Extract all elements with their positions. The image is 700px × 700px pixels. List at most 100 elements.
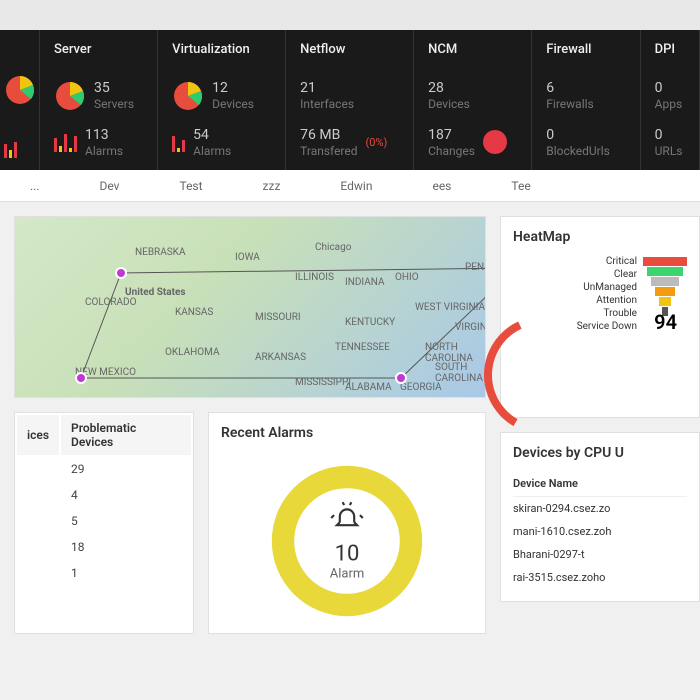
tab-dev[interactable]: Dev [70, 179, 150, 193]
map-label: IOWA [235, 252, 260, 263]
table-row[interactable]: 18 [17, 535, 191, 559]
cell: 4 [61, 483, 191, 507]
map-label: KANSAS [175, 307, 213, 318]
stat-number: 76 MB [300, 127, 357, 144]
map-label: PENN [465, 262, 485, 273]
map-label: INDIANA [345, 277, 385, 288]
map-card: NEBRASKA IOWA Chicago ILLINOIS INDIANA OHIO PE… [14, 216, 486, 398]
map-point[interactable] [115, 267, 127, 279]
recent-alarms-card: Recent Alarms 10 Alarm [208, 412, 486, 634]
stat-label: URLs [655, 144, 683, 158]
module-virtualization[interactable]: Virtualization12Devices54Alarms [158, 30, 286, 170]
table-row[interactable]: 5 [17, 509, 191, 533]
col-header: ices [17, 415, 59, 455]
stat-label: Servers [94, 97, 134, 111]
stat-label: Firewalls [546, 97, 593, 111]
module-title: Server [54, 42, 143, 57]
device-row[interactable]: rai-3515.csez.zoho [513, 566, 687, 589]
sparkline-icon [54, 132, 77, 152]
col-header: Device Name [513, 471, 687, 497]
stat-label: Apps [655, 97, 683, 111]
stat-number: 0 [546, 127, 610, 144]
map-label: KENTUCKY [345, 317, 395, 328]
sparkline-icon [4, 138, 35, 158]
stat-label: Interfaces [300, 97, 354, 111]
module-title: Firewall [546, 42, 625, 57]
tab-bar: ...DevTestzzzEdwineesTee [0, 170, 700, 202]
module-title: DPI [655, 42, 685, 57]
tab-zzz[interactable]: zzz [233, 179, 311, 193]
legend-item: Critical [577, 255, 637, 268]
stat-number: 0 [655, 80, 683, 97]
stat-number: 12 [212, 80, 254, 97]
module-title: Virtualization [172, 42, 271, 57]
stat-number: 54 [193, 127, 231, 144]
table-row[interactable]: 4 [17, 483, 191, 507]
stat-number: 21 [300, 80, 354, 97]
tab-tee[interactable]: Tee [481, 179, 560, 193]
map-label: TENNESSEE [335, 342, 390, 353]
stat-number: 0 [655, 127, 683, 144]
legend-item: Clear [577, 268, 637, 281]
map-label: ALABAMA [345, 382, 392, 393]
problematic-devices-card: icesProblematic Devices 2945181 [14, 412, 194, 634]
card-title: Recent Alarms [221, 425, 473, 441]
pie-icon [4, 74, 36, 106]
stat-label: Alarms [193, 144, 231, 158]
cell: 18 [61, 535, 191, 559]
alarm-label: Alarm [330, 566, 365, 581]
cell: 5 [61, 509, 191, 533]
percent: (0%) [366, 136, 388, 149]
module-partial [0, 30, 40, 170]
module-title: NCM [428, 42, 517, 57]
map-label: Chicago [315, 242, 351, 253]
map-label: MISSISSIPPI [295, 377, 351, 388]
map-label: GEORGIA [400, 382, 442, 393]
stat-number: 187 [428, 127, 475, 144]
map-label: COLORADO [85, 297, 136, 308]
map-label: NEBRASKA [135, 247, 185, 258]
stat-number: 35 [94, 80, 134, 97]
stat-label: Changes [428, 144, 475, 158]
pie-icon [54, 80, 86, 112]
heatmap-card: HeatMap CriticalClearUnManagedAttentionT… [500, 216, 700, 418]
tab-test[interactable]: Test [149, 179, 232, 193]
map-label: ARKANSAS [255, 352, 306, 363]
module-dpi[interactable]: DPI0Apps0URLs [641, 30, 700, 170]
device-row[interactable]: Bharani-0297-t [513, 543, 687, 566]
table-row[interactable]: 1 [17, 561, 191, 585]
module-ncm[interactable]: NCM 28Devices 187Changes [414, 30, 532, 170]
map-label: ILLINOIS [295, 272, 334, 283]
tab-edwin[interactable]: Edwin [310, 179, 402, 193]
map-label: OHIO [395, 272, 419, 283]
table-row[interactable]: 29 [17, 457, 191, 481]
stat-label: Transfered [300, 144, 357, 158]
map-point[interactable] [395, 372, 407, 384]
map-label: OKLAHOMA [165, 347, 220, 358]
module-strip: Server35Servers113AlarmsVirtualization12… [0, 30, 700, 170]
map-point[interactable] [75, 372, 87, 384]
devices-cpu-card: Devices by CPU U Device Name skiran-0294… [500, 432, 700, 602]
module-title: Netflow [300, 42, 399, 57]
sparkline-icon [172, 132, 185, 152]
map-label: MISSOURI [255, 312, 301, 323]
status-dot-icon [483, 130, 507, 154]
tab-...[interactable]: ... [0, 179, 70, 193]
card-title: Devices by CPU U [513, 445, 687, 461]
pie-icon [172, 80, 204, 112]
module-firewall[interactable]: Firewall 6Firewalls 0BlockedUrls [532, 30, 640, 170]
cell: 29 [61, 457, 191, 481]
alarm-count: 10 [330, 541, 365, 566]
stat-number: 6 [546, 80, 593, 97]
stat-number: 28 [428, 80, 470, 97]
tab-ees[interactable]: ees [402, 179, 481, 193]
module-netflow[interactable]: Netflow 21Interfaces 76 MBTransfered (0%) [286, 30, 414, 170]
map[interactable]: NEBRASKA IOWA Chicago ILLINOIS INDIANA OHIO PE… [15, 217, 485, 397]
stat-label: BlockedUrls [546, 144, 610, 158]
heatmap-value: 94 [654, 310, 677, 334]
arc-icon [473, 305, 613, 445]
device-row[interactable]: skiran-0294.csez.zo [513, 497, 687, 520]
stat-label: Devices [428, 97, 470, 111]
module-server[interactable]: Server35Servers113Alarms [40, 30, 158, 170]
device-row[interactable]: mani-1610.csez.zoh [513, 520, 687, 543]
